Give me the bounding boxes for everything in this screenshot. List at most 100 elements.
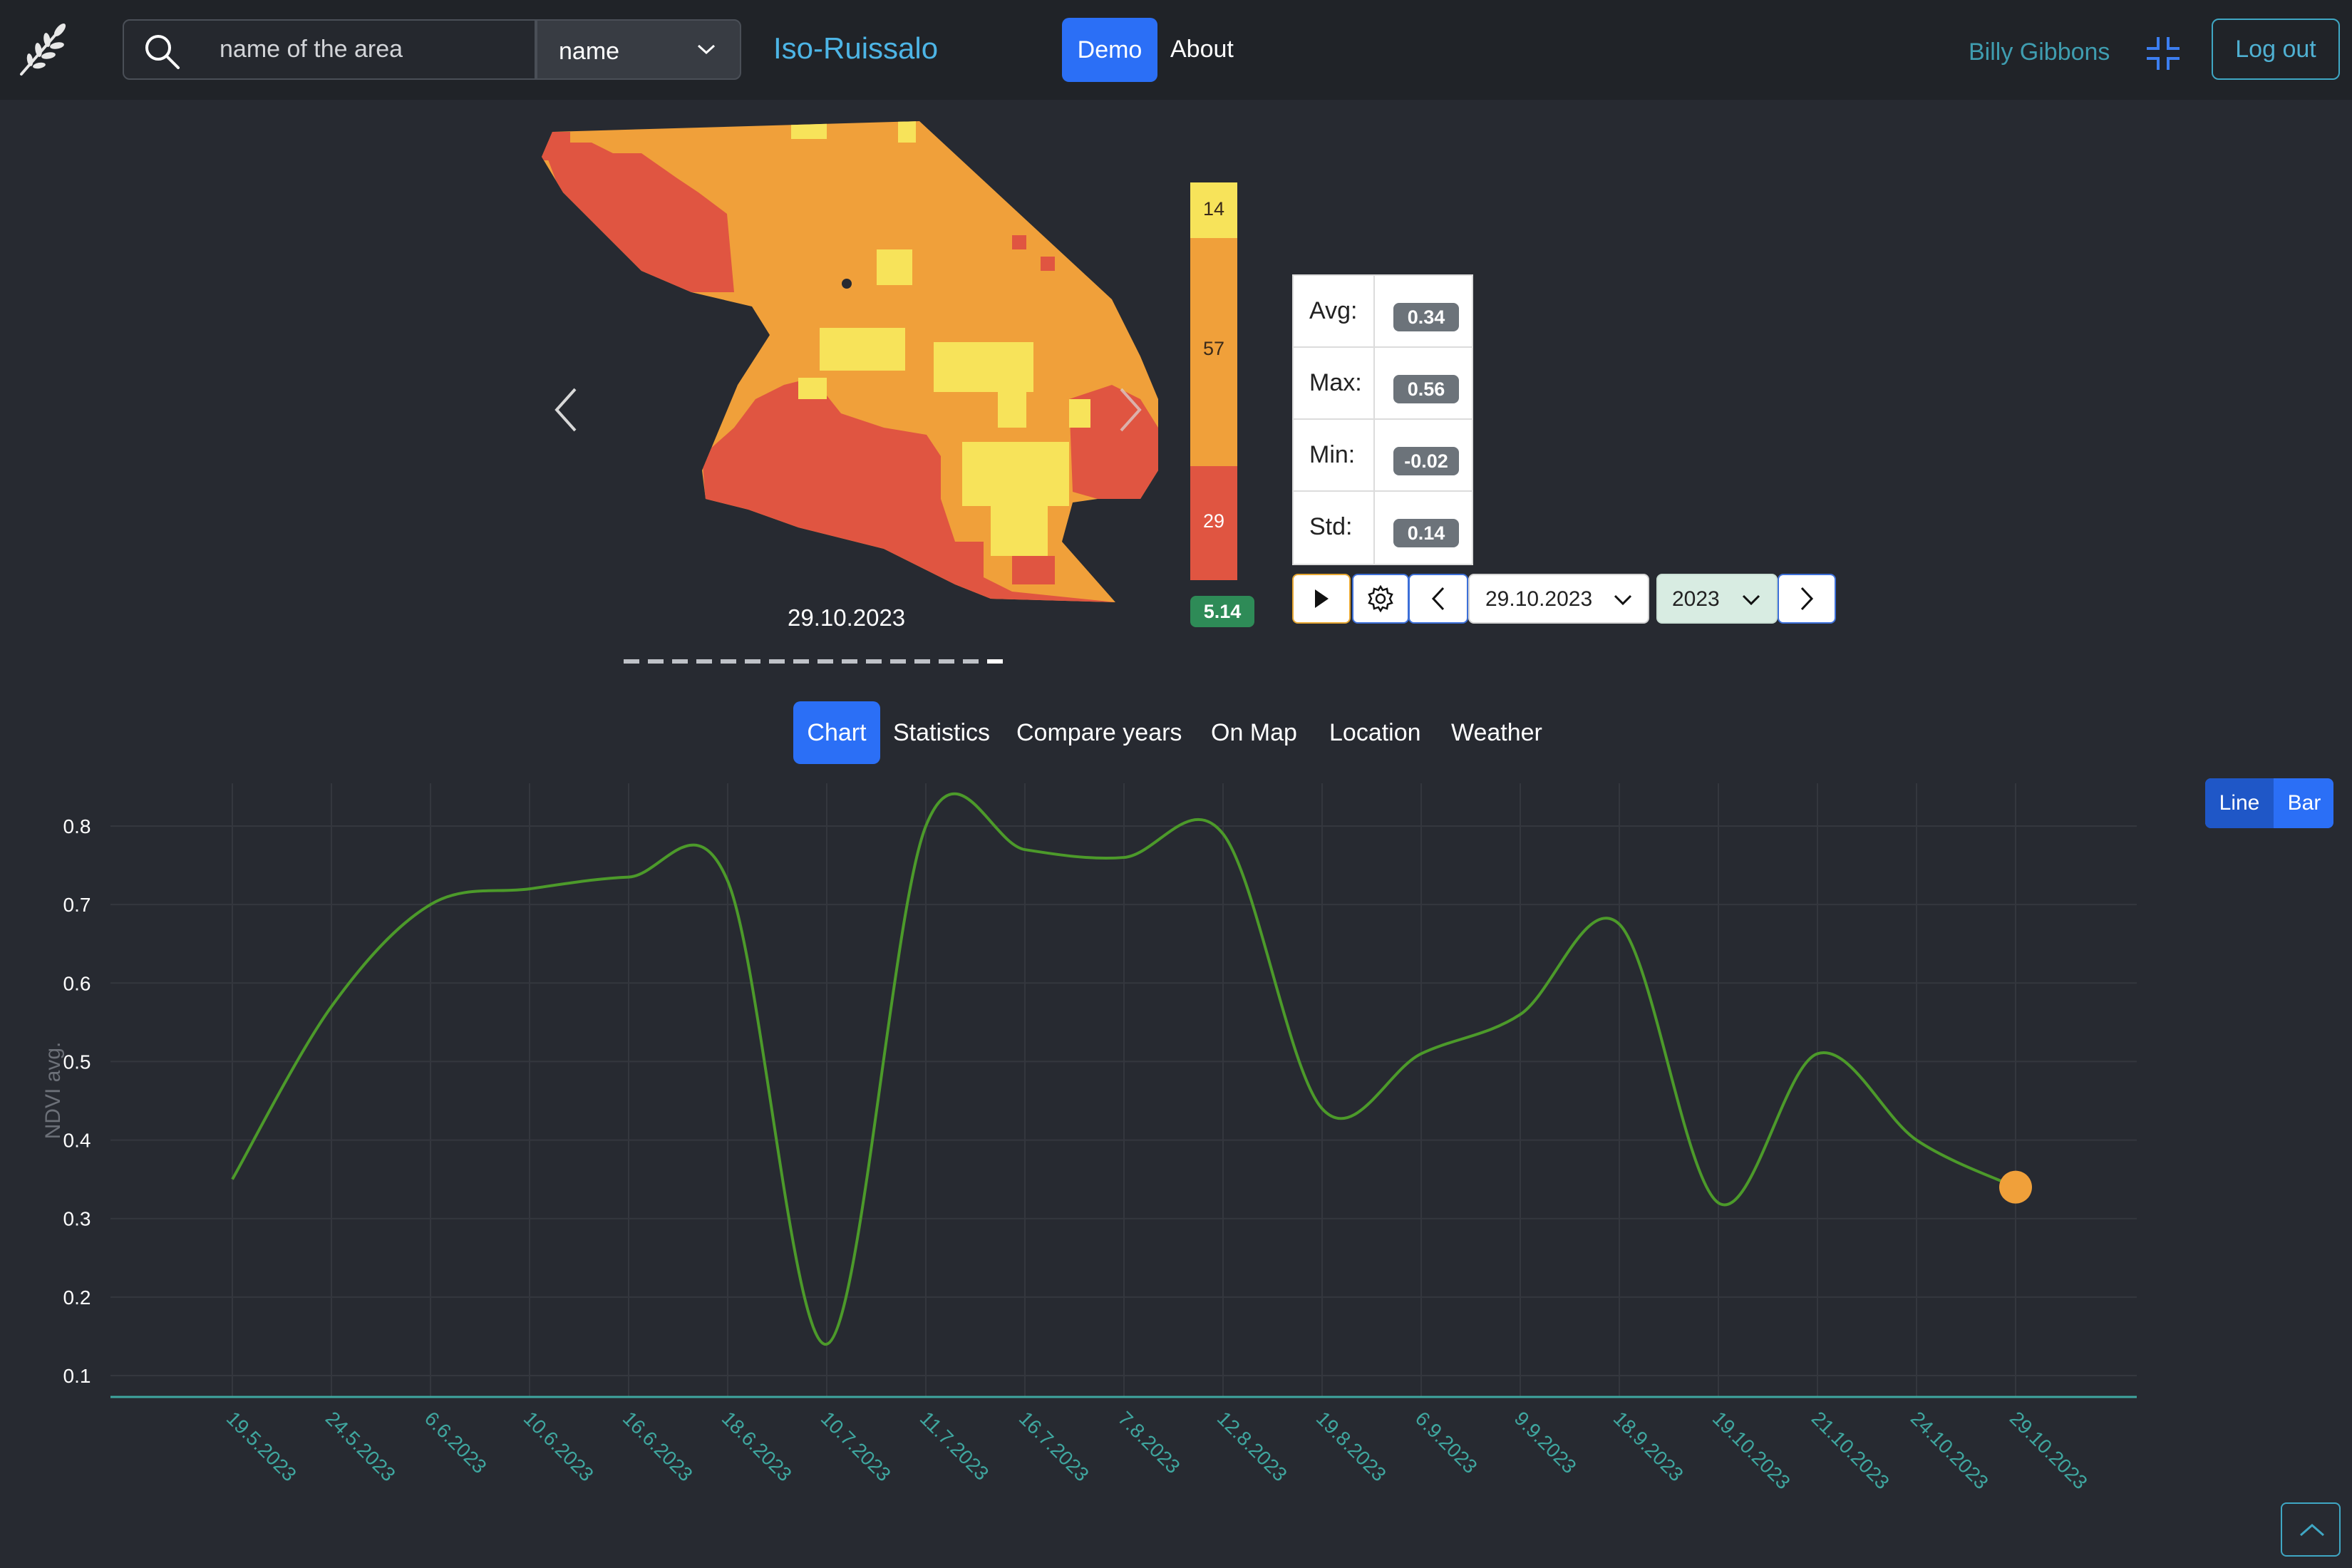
x-tick-label: 19.5.2023 bbox=[222, 1407, 301, 1485]
carousel-indicator[interactable] bbox=[963, 659, 979, 664]
y-tick-label: 0.5 bbox=[63, 1051, 91, 1073]
data-point bbox=[1121, 855, 1127, 860]
x-tick-label: 18.6.2023 bbox=[718, 1407, 796, 1485]
stats-row-min: Min: -0.02 bbox=[1294, 420, 1472, 492]
image-date-label: 29.10.2023 bbox=[788, 604, 906, 631]
y-axis-label: NDVI avg. bbox=[41, 1042, 65, 1140]
data-point bbox=[824, 1341, 830, 1347]
x-tick-label: 19.10.2023 bbox=[1708, 1407, 1795, 1493]
x-tick-label: 24.5.2023 bbox=[321, 1407, 400, 1485]
previous-date-button[interactable] bbox=[1408, 574, 1468, 624]
logout-button[interactable]: Log out bbox=[2212, 19, 2340, 80]
carousel-indicator[interactable] bbox=[793, 659, 809, 664]
carousel-indicator[interactable] bbox=[769, 659, 785, 664]
carousel-indicators bbox=[624, 654, 1011, 667]
next-date-button[interactable] bbox=[1778, 574, 1836, 624]
legend-segment-mid: 57 bbox=[1190, 238, 1237, 466]
data-point bbox=[1815, 1051, 1820, 1056]
legend-segment-label: 29 bbox=[1202, 510, 1225, 532]
carousel-prev-icon[interactable] bbox=[552, 385, 581, 435]
legend-segment-label: 14 bbox=[1202, 198, 1225, 220]
search-by-select[interactable]: name bbox=[536, 19, 741, 80]
data-point bbox=[1517, 1011, 1523, 1017]
x-tick-label: 9.9.2023 bbox=[1510, 1407, 1581, 1477]
x-tick-label: 6.6.2023 bbox=[421, 1407, 491, 1477]
data-point bbox=[1914, 1138, 1919, 1143]
data-point bbox=[1716, 1200, 1721, 1206]
carousel-indicator[interactable] bbox=[914, 659, 930, 664]
chevron-left-icon bbox=[1431, 587, 1445, 611]
stat-value-badge: 0.34 bbox=[1393, 303, 1459, 331]
year-select-value: 2023 bbox=[1672, 587, 1720, 611]
carousel-indicator[interactable] bbox=[842, 659, 857, 664]
data-point bbox=[725, 878, 731, 884]
nav-about-link[interactable]: About bbox=[1170, 36, 1234, 63]
carousel-indicator[interactable] bbox=[890, 659, 906, 664]
stat-value-badge: 0.14 bbox=[1393, 519, 1459, 547]
legend-segment-low: 29 bbox=[1190, 466, 1237, 580]
stat-value-badge: -0.02 bbox=[1393, 447, 1459, 475]
scroll-to-top-button[interactable] bbox=[2281, 1502, 2341, 1557]
tab-on-map[interactable]: On Map bbox=[1211, 701, 1297, 764]
data-point bbox=[527, 886, 532, 892]
x-tick-label: 12.8.2023 bbox=[1213, 1407, 1291, 1485]
carousel-indicator[interactable] bbox=[866, 659, 882, 664]
y-tick-label: 0.6 bbox=[63, 972, 91, 994]
stat-key: Avg: bbox=[1309, 297, 1358, 324]
x-tick-label: 11.7.2023 bbox=[916, 1407, 994, 1485]
data-point bbox=[329, 1004, 334, 1009]
search-button[interactable] bbox=[123, 19, 201, 80]
compress-icon[interactable] bbox=[2145, 36, 2181, 71]
x-tick-label: 19.8.2023 bbox=[1312, 1407, 1391, 1485]
carousel-indicator[interactable] bbox=[696, 659, 712, 664]
chevron-down-icon bbox=[697, 44, 716, 55]
year-select[interactable]: 2023 bbox=[1656, 574, 1778, 624]
area-title[interactable]: Iso-Ruissalo bbox=[773, 31, 938, 66]
legend-total-badge: 5.14 bbox=[1190, 596, 1254, 627]
data-point bbox=[229, 1177, 235, 1182]
stat-key: Max: bbox=[1309, 369, 1362, 396]
nav-demo-button[interactable]: Demo bbox=[1062, 18, 1157, 82]
x-tick-label: 18.9.2023 bbox=[1609, 1407, 1688, 1485]
date-select[interactable]: 29.10.2023 bbox=[1468, 574, 1649, 624]
carousel-indicator[interactable] bbox=[648, 659, 664, 664]
stats-table: Avg: 0.34 Max: 0.56 Min: -0.02 Std: 0.14 bbox=[1292, 274, 1473, 565]
x-tick-label: 24.10.2023 bbox=[1907, 1407, 1993, 1493]
stat-value-badge: 0.56 bbox=[1393, 375, 1459, 403]
stat-key: Std: bbox=[1309, 513, 1353, 540]
area-search-input[interactable] bbox=[200, 19, 536, 80]
chevron-down-icon bbox=[1742, 594, 1760, 606]
carousel-indicator[interactable] bbox=[817, 659, 833, 664]
search-by-value: name bbox=[559, 38, 620, 65]
stats-row-avg: Avg: 0.34 bbox=[1294, 276, 1472, 348]
chevron-up-icon bbox=[2300, 1524, 2324, 1537]
carousel-indicator[interactable] bbox=[624, 659, 639, 664]
carousel-indicator[interactable] bbox=[721, 659, 736, 664]
tab-location[interactable]: Location bbox=[1329, 701, 1421, 764]
carousel-next-icon[interactable] bbox=[1115, 385, 1144, 435]
carousel-indicator[interactable] bbox=[939, 659, 954, 664]
x-tick-label: 6.9.2023 bbox=[1411, 1407, 1482, 1477]
stats-row-std: Std: 0.14 bbox=[1294, 492, 1472, 564]
navbar: name Iso-Ruissalo Demo About Billy Gibbo… bbox=[0, 0, 2352, 100]
chevron-right-icon bbox=[1800, 587, 1814, 611]
selected-data-point bbox=[1999, 1170, 2032, 1204]
user-name[interactable]: Billy Gibbons bbox=[1969, 38, 2110, 66]
play-button[interactable] bbox=[1292, 574, 1351, 624]
settings-button[interactable] bbox=[1352, 574, 1409, 624]
tab-compare-years[interactable]: Compare years bbox=[1016, 701, 1182, 764]
tab-weather[interactable]: Weather bbox=[1451, 701, 1542, 764]
tab-chart[interactable]: Chart bbox=[793, 701, 880, 764]
date-select-value: 29.10.2023 bbox=[1485, 587, 1593, 611]
wheat-logo-icon[interactable] bbox=[16, 21, 73, 78]
x-tick-label: 16.6.2023 bbox=[619, 1407, 697, 1485]
y-tick-label: 0.3 bbox=[63, 1208, 91, 1230]
y-tick-label: 0.4 bbox=[63, 1130, 91, 1152]
carousel-indicator[interactable] bbox=[672, 659, 688, 664]
stats-row-max: Max: 0.56 bbox=[1294, 348, 1472, 420]
tab-statistics[interactable]: Statistics bbox=[893, 701, 990, 764]
carousel-indicator[interactable] bbox=[745, 659, 760, 664]
chevron-down-icon bbox=[1614, 594, 1632, 606]
carousel-indicator-active[interactable] bbox=[987, 659, 1003, 664]
data-point bbox=[1616, 922, 1622, 927]
